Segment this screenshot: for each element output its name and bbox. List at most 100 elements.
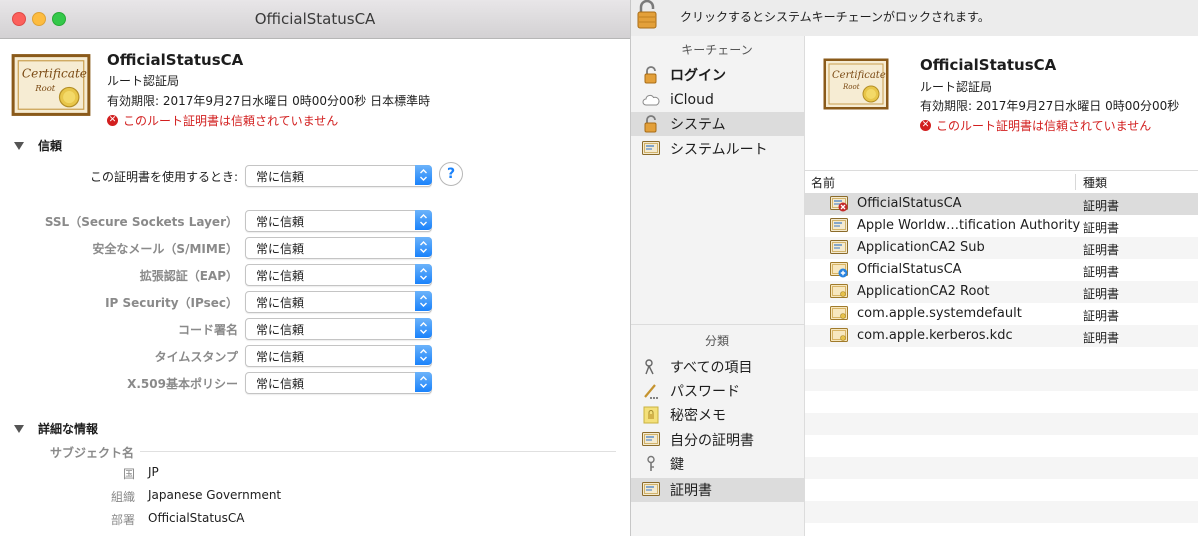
sidebar-item-label: 証明書 [670, 483, 712, 499]
when-using-popup[interactable]: 常に信頼 [245, 165, 432, 187]
policy-label: X.509基本ポリシー [127, 377, 238, 391]
sidebar-item-login[interactable]: ログイン [630, 63, 804, 87]
table-row-empty [805, 479, 1198, 501]
table-row[interactable]: com.apple.kerberos.kdc 証明書 [805, 325, 1198, 347]
policy-label: コード署名 [177, 323, 238, 337]
row-name: ApplicationCA2 Sub [857, 240, 985, 255]
sidebar-item-icloud[interactable]: iCloud [630, 88, 804, 112]
column-header-kind[interactable]: 種類 [1083, 174, 1107, 191]
cloud-icon [642, 94, 660, 106]
certificate-icon: Certificate Root [823, 58, 889, 110]
code-signing-trust-popup[interactable]: 常に信頼 [245, 318, 432, 340]
error-icon: ✕ [107, 115, 118, 126]
x509-trust-popup[interactable]: 常に信頼 [245, 372, 432, 394]
column-header-name[interactable]: 名前 [811, 174, 835, 191]
field-key: 部署 [110, 513, 135, 527]
when-using-label: この証明書を使用するとき: [89, 170, 238, 184]
sidebar-item-passwords[interactable]: パスワード [630, 379, 804, 403]
popup-stepper-icon [415, 345, 432, 365]
sidebar-item-my-certificates[interactable]: 自分の証明書 [630, 428, 804, 452]
certificate-art-script: Certificate [22, 67, 87, 81]
table-row-empty [805, 457, 1198, 479]
smime-trust-popup[interactable]: 常に信頼 [245, 237, 432, 259]
sidebar-item-label: システムルート [670, 142, 768, 158]
table-row-empty [805, 347, 1198, 369]
field-key: 国 [122, 467, 135, 481]
row-name: OfficialStatusCA [857, 196, 962, 211]
sidebar-item-label: すべての項目 [670, 360, 753, 376]
table-row[interactable]: OfficialStatusCA 証明書 [805, 193, 1198, 215]
lock-icon[interactable] [634, 0, 660, 30]
trust-when-using-row: この証明書を使用するとき: 常に信頼 [0, 165, 630, 187]
popup-stepper-icon [415, 210, 432, 230]
ipsec-trust-popup[interactable]: 常に信頼 [245, 291, 432, 313]
table-row[interactable]: ApplicationCA2 Sub 証明書 [805, 237, 1198, 259]
trust-policy-row: コード署名 常に信頼 [0, 318, 630, 340]
popup-value: 常に信頼 [256, 215, 305, 229]
trust-policy-row: SSL（Secure Sockets Layer） 常に信頼 [0, 210, 630, 232]
certificate-window: OfficialStatusCA Certificate Root Offici… [0, 0, 631, 536]
help-button[interactable]: ? [439, 162, 463, 186]
row-name: OfficialStatusCA [857, 262, 962, 277]
row-kind: 証明書 [1083, 221, 1120, 235]
subject-name-label: サブジェクト名 [50, 446, 135, 460]
certificate-art-script: Certificate [832, 70, 886, 81]
popup-stepper-icon [415, 264, 432, 284]
custom-trust-certificate-icon [830, 262, 848, 278]
trust-policy-row: 拡張認証（EAP） 常に信頼 [0, 264, 630, 286]
sidebar-item-system[interactable]: システム [630, 112, 804, 136]
eap-trust-popup[interactable]: 常に信頼 [245, 264, 432, 286]
disclosure-triangle-icon [14, 424, 24, 433]
warning-text: このルート証明書は信頼されていません [936, 119, 1152, 133]
certificate-art-sub: Root [34, 83, 56, 93]
table-row[interactable]: OfficialStatusCA 証明書 [805, 259, 1198, 281]
popup-stepper-icon [415, 165, 432, 185]
sidebar-item-secure-notes[interactable]: 秘密メモ [630, 403, 804, 427]
sidebar-item-all-items[interactable]: すべての項目 [630, 355, 804, 379]
sidebar-item-certificates[interactable]: 証明書 [630, 478, 804, 502]
window-title: OfficialStatusCA [254, 10, 376, 28]
policy-label: IP Security（IPsec） [105, 296, 238, 310]
row-name: Apple Worldw…tification Authority [857, 218, 1081, 233]
sidebar-item-label: 鍵 [670, 457, 684, 473]
keychain-main: Certificate Root OfficialStatusCA ルート認証局… [805, 36, 1198, 536]
pen-icon [644, 384, 658, 399]
sidebar-item-label: システム [670, 117, 726, 133]
policy-label: タイムスタンプ [154, 350, 238, 364]
details-section-title: 詳細な情報 [38, 422, 99, 436]
table-row[interactable]: com.apple.systemdefault 証明書 [805, 303, 1198, 325]
popup-stepper-icon [415, 237, 432, 257]
certificate-name: OfficialStatusCA [107, 51, 244, 69]
table-row[interactable]: Apple Worldw…tification Authority 証明書 [805, 215, 1198, 237]
row-name: com.apple.kerberos.kdc [857, 328, 1013, 343]
row-kind: 証明書 [1083, 309, 1120, 323]
popup-value: 常に信頼 [256, 269, 305, 283]
popup-value: 常に信頼 [256, 350, 305, 364]
row-kind: 証明書 [1083, 243, 1120, 257]
field-value: Japanese Government [148, 488, 282, 502]
popup-value: 常に信頼 [256, 296, 305, 310]
field-value: OfficialStatusCA [148, 511, 245, 525]
sidebar-item-keys[interactable]: 鍵 [630, 452, 804, 476]
row-kind: 証明書 [1083, 199, 1120, 213]
title-bar[interactable]: OfficialStatusCA [0, 0, 630, 39]
sidebar-item-label: 自分の証明書 [670, 433, 754, 449]
table-header: 名前 種類 [805, 170, 1198, 194]
table-row[interactable]: ApplicationCA2 Root 証明書 [805, 281, 1198, 303]
certificate-type: ルート認証局 [920, 80, 993, 94]
warning-text: このルート証明書は信頼されていません [123, 114, 339, 128]
table-row-empty [805, 369, 1198, 391]
certificate-expiry: 有効期限: 2017年9月27日水曜日 0時00分00秒 日本標準時 [107, 94, 431, 108]
ssl-trust-popup[interactable]: 常に信頼 [245, 210, 432, 232]
key-icon [647, 455, 655, 471]
row-kind: 証明書 [1083, 287, 1120, 301]
lock-status-text[interactable]: クリックするとシステムキーチェーンがロックされます。 [680, 8, 990, 25]
open-lock-icon [644, 66, 657, 84]
my-certificate-icon [642, 431, 660, 449]
category-header: 分類 [704, 334, 729, 348]
sidebar-item-system-roots[interactable]: システムルート [630, 137, 804, 161]
keychain-window: クリックするとシステムキーチェーンがロックされます。 キーチェーン ログイン i… [630, 0, 1198, 536]
trust-section-toggle[interactable]: 信頼 [14, 137, 62, 154]
timestamp-trust-popup[interactable]: 常に信頼 [245, 345, 432, 367]
details-section-toggle[interactable]: 詳細な情報 [14, 420, 98, 437]
